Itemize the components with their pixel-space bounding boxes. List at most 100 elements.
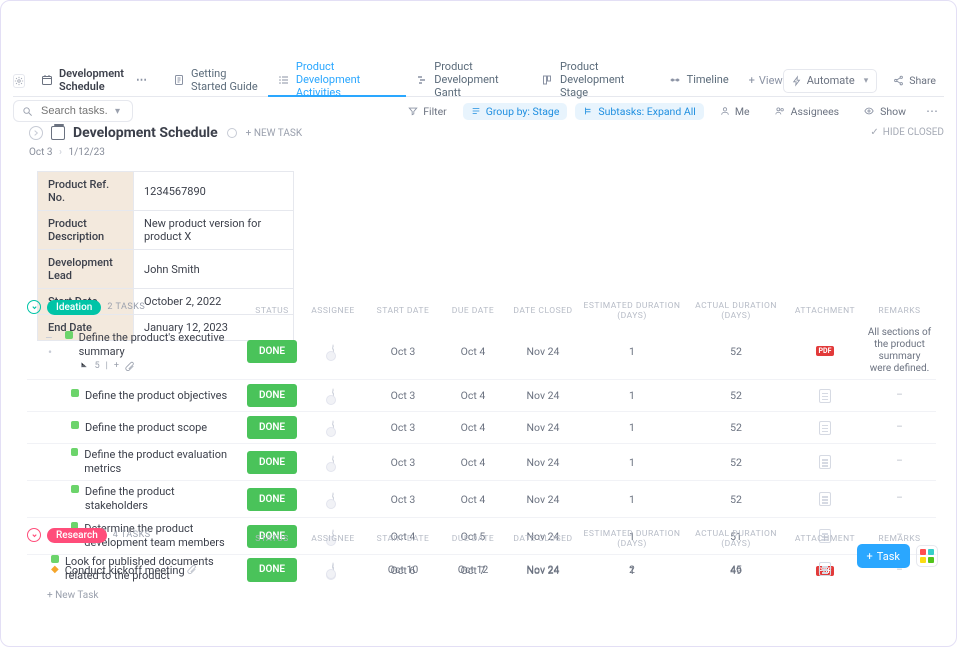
share-label: Share — [909, 74, 936, 87]
me-button[interactable]: Me — [712, 103, 758, 120]
assignees-button[interactable]: Assignees — [766, 103, 848, 120]
chevron-down-icon[interactable] — [27, 300, 41, 314]
chevron-down-icon[interactable] — [27, 528, 41, 542]
search-wrap[interactable]: ▾ — [13, 100, 133, 122]
col-remarks: REMARKS — [863, 306, 936, 316]
group-count: 4 TASKS — [113, 530, 151, 540]
task-title: Look for published documents related to … — [65, 555, 235, 583]
assignee-avatar-icon[interactable] — [332, 344, 334, 359]
new-task-row[interactable]: + New Task — [27, 590, 936, 601]
show-button[interactable]: Show — [855, 103, 914, 120]
task-row[interactable]: Define the product stakeholdersDONEOct 3… — [27, 480, 936, 517]
collapse-icon[interactable] — [29, 126, 43, 140]
status-cell[interactable]: DONE — [245, 384, 299, 407]
document-icon[interactable] — [819, 455, 831, 469]
new-task-link[interactable]: + NEW TASK — [246, 128, 302, 139]
task-row[interactable]: Define the product objectivesDONEOct 3Oc… — [27, 379, 936, 411]
col-status: STATUS — [245, 534, 299, 544]
document-icon[interactable] — [819, 562, 831, 576]
task-row[interactable]: Define the product scopeDONEOct 3Oct 4No… — [27, 411, 936, 443]
status-cell[interactable]: DONE — [245, 451, 299, 474]
date-closed: Nov 24 — [507, 389, 579, 402]
tab-product-development-gantt[interactable]: Product Development Gantt — [406, 65, 532, 97]
actual-duration: 52 — [685, 389, 787, 402]
task-title: Define the product's executive summary — [79, 331, 239, 359]
add-view-button[interactable]: + View — [749, 74, 783, 87]
automate-button[interactable]: Automate ▾ — [783, 69, 878, 93]
remarks: – — [863, 422, 936, 434]
expand-icon[interactable]: – • — [45, 331, 59, 359]
assignee-cell[interactable] — [299, 345, 367, 358]
plus-icon: + — [749, 74, 755, 87]
subtasks-button[interactable]: Subtasks: Expand All — [575, 103, 703, 120]
status-cell[interactable]: DONE — [245, 558, 299, 581]
assignee-cell[interactable] — [299, 563, 367, 576]
status-cell[interactable]: DONE — [245, 416, 299, 439]
bolt-icon — [792, 75, 802, 87]
assignee-avatar-icon[interactable] — [332, 420, 334, 435]
more-icon[interactable]: ⋯ — [922, 104, 944, 118]
due-date: Oct 4 — [439, 345, 507, 358]
start-date: Oct 10 — [367, 563, 439, 576]
assignee-avatar-icon[interactable] — [332, 562, 334, 577]
estimated-duration: 1 — [579, 421, 685, 434]
column-headers: STATUSASSIGNEESTART DATEDUE DATEDATE CLO… — [27, 301, 936, 317]
actual-duration: 45 — [685, 563, 787, 576]
tab-getting-started-guide[interactable]: Getting Started Guide — [163, 65, 268, 97]
task-row[interactable]: Look for published documents related to … — [27, 551, 936, 587]
filter-button[interactable]: Filter — [400, 103, 454, 120]
document-icon[interactable] — [819, 492, 831, 506]
group-badge: Research — [47, 528, 107, 543]
plus-icon[interactable]: + — [114, 361, 119, 371]
apps-icon[interactable] — [916, 545, 938, 567]
search-input[interactable] — [39, 104, 109, 118]
assignee-avatar-icon[interactable] — [332, 388, 334, 403]
document-icon[interactable] — [819, 421, 831, 435]
status-cell[interactable]: DONE — [245, 488, 299, 511]
tab-timeline[interactable]: Timeline — [659, 65, 739, 97]
page-title: Development Schedule — [73, 125, 218, 141]
task-title: Define the product objectives — [85, 389, 227, 403]
assignee-avatar-icon[interactable] — [332, 492, 334, 507]
hide-closed-button[interactable]: ✓ HIDE CLOSED — [870, 127, 944, 138]
add-task-fab[interactable]: + Task — [857, 544, 910, 568]
tab-product-development-stage[interactable]: Product Development Stage — [532, 65, 659, 97]
attachment-icon[interactable] — [125, 361, 135, 371]
task-row[interactable]: Define the product evaluation metricsDON… — [27, 443, 936, 480]
me-label: Me — [735, 105, 750, 118]
share-button[interactable]: Share — [885, 72, 944, 89]
task-row[interactable]: – • Define the product's executive summar… — [27, 323, 936, 379]
col-start-date: START DATE — [367, 534, 439, 544]
assignee-cell[interactable] — [299, 456, 367, 469]
tab-more-icon[interactable]: ⋯ — [130, 73, 153, 86]
date-closed: Nov 24 — [507, 493, 579, 506]
status-indicator-icon — [71, 485, 79, 493]
subtasks-label: Subtasks: Expand All — [598, 105, 695, 118]
pdf-icon[interactable]: PDF — [816, 346, 835, 356]
assignee-cell[interactable] — [299, 493, 367, 506]
chevron-down-icon[interactable]: ▾ — [115, 106, 120, 117]
subtask-meta: 5|+ — [79, 361, 239, 371]
status-cell[interactable]: DONE — [245, 340, 299, 363]
col-date-closed: DATE CLOSED — [507, 306, 579, 316]
assignee-cell[interactable] — [299, 421, 367, 434]
col-due-date: DUE DATE — [439, 306, 507, 316]
col-date-closed: DATE CLOSED — [507, 534, 579, 544]
column-headers: STATUSASSIGNEESTART DATEDUE DATEDATE CLO… — [27, 529, 936, 545]
date-range: Oct 3 › 1/12/23 — [29, 147, 944, 158]
user-icon — [720, 106, 730, 116]
date-closed: Nov 24 — [507, 345, 579, 358]
col-attachment: ATTACHMENT — [787, 534, 863, 544]
col-due-date: DUE DATE — [439, 534, 507, 544]
date-start: Oct 3 — [29, 147, 53, 158]
assignee-cell[interactable] — [299, 389, 367, 402]
settings-icon[interactable] — [13, 74, 25, 88]
info-icon[interactable] — [226, 127, 238, 139]
document-icon[interactable] — [819, 389, 831, 403]
tab-main-title[interactable]: Development Schedule ⋯ — [31, 65, 163, 97]
assignee-avatar-icon[interactable] — [332, 455, 334, 470]
groupby-button[interactable]: Group by: Stage — [463, 103, 568, 120]
attachment-cell — [787, 421, 863, 435]
due-date: Oct 4 — [439, 389, 507, 402]
tab-product-development-activities[interactable]: Product Development Activities — [268, 65, 406, 97]
